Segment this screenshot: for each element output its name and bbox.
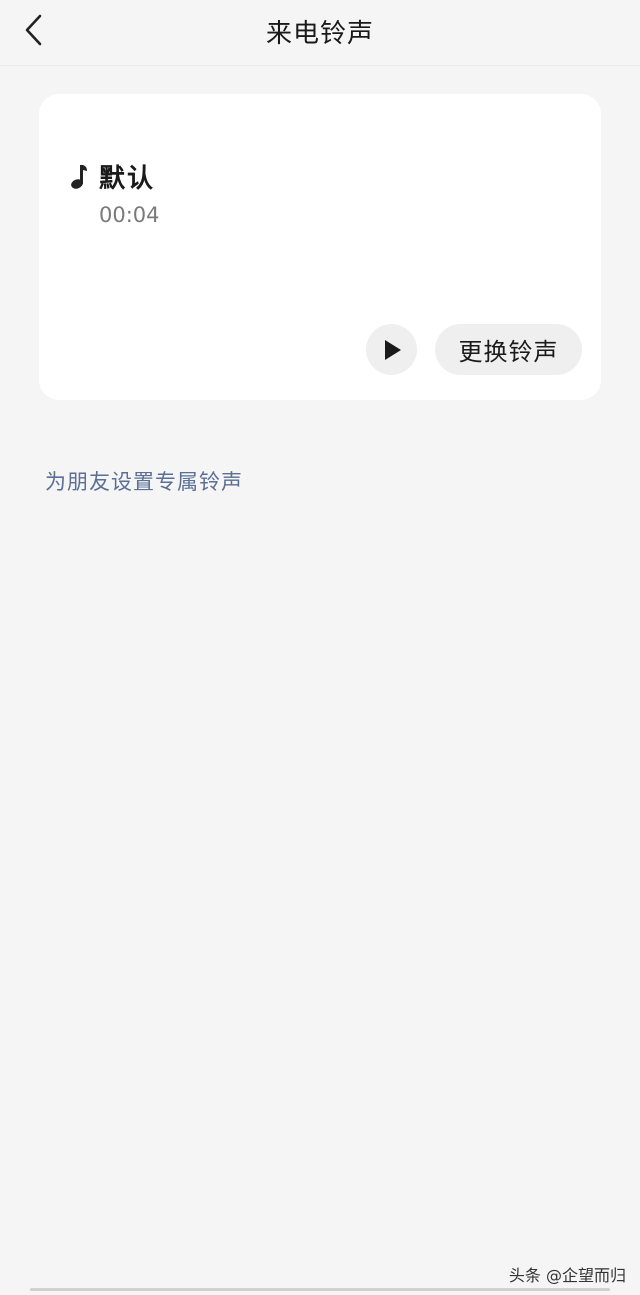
- home-indicator: [30, 1288, 610, 1291]
- ringtone-name: 默认: [99, 164, 156, 194]
- ringtone-duration: 00:04: [99, 203, 160, 227]
- set-friend-ringtone-link[interactable]: 为朋友设置专属铃声: [45, 466, 243, 496]
- page-title: 来电铃声: [265, 19, 374, 49]
- navigation-bar: 来电铃声: [0, 0, 640, 66]
- play-icon: [384, 339, 401, 360]
- ringtone-card: 默认 00:04 更换铃声: [39, 94, 601, 400]
- watermark: 头条 @企望而归: [508, 1266, 626, 1285]
- music-note-icon: [71, 165, 87, 189]
- change-ringtone-button[interactable]: 更换铃声: [435, 324, 582, 375]
- play-button[interactable]: [366, 324, 417, 375]
- ringtone-page: 来电铃声 默认 00:04 更换铃声 为朋友设置专属铃声 头条 @企望而归: [0, 0, 640, 1295]
